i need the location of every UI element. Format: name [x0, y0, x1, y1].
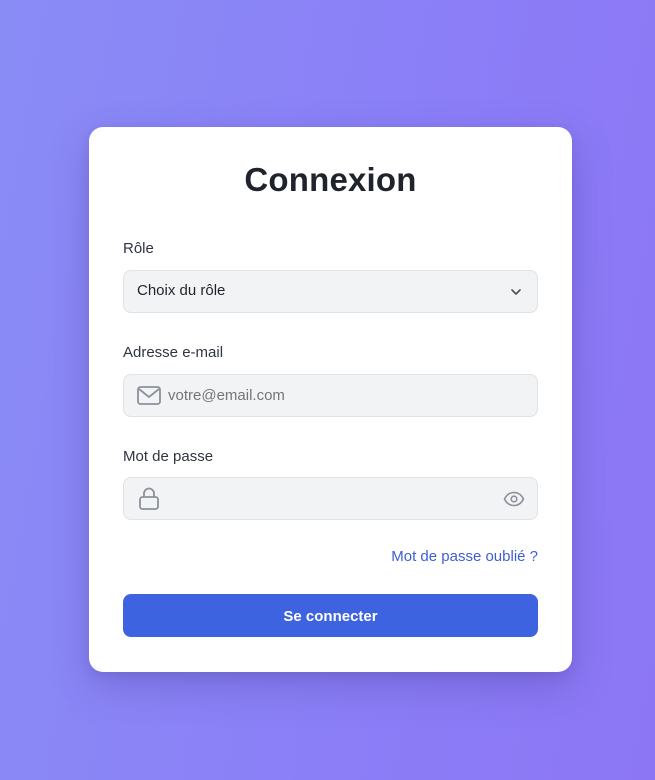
chevron-down-icon — [511, 289, 521, 295]
role-label: Rôle — [123, 240, 154, 257]
page-title: Connexion — [244, 161, 417, 198]
forgot-password-link[interactable]: Mot de passe oublié ? — [391, 548, 538, 566]
eye-icon[interactable] — [503, 489, 525, 509]
password-field — [123, 477, 538, 520]
password-label: Mot de passe — [123, 448, 214, 465]
password-input[interactable] — [168, 490, 498, 507]
email-field — [123, 374, 538, 417]
login-card: Connexion Rôle Choix du rôle Adresse e-m… — [89, 127, 572, 672]
role-select-value: Choix du rôle — [137, 282, 226, 299]
email-label: Adresse e-mail — [123, 344, 224, 361]
mail-icon — [137, 386, 161, 405]
lock-icon — [139, 487, 159, 510]
role-select[interactable]: Choix du rôle — [123, 270, 538, 313]
login-button[interactable]: Se connecter — [123, 594, 538, 637]
email-input[interactable] — [168, 387, 498, 404]
